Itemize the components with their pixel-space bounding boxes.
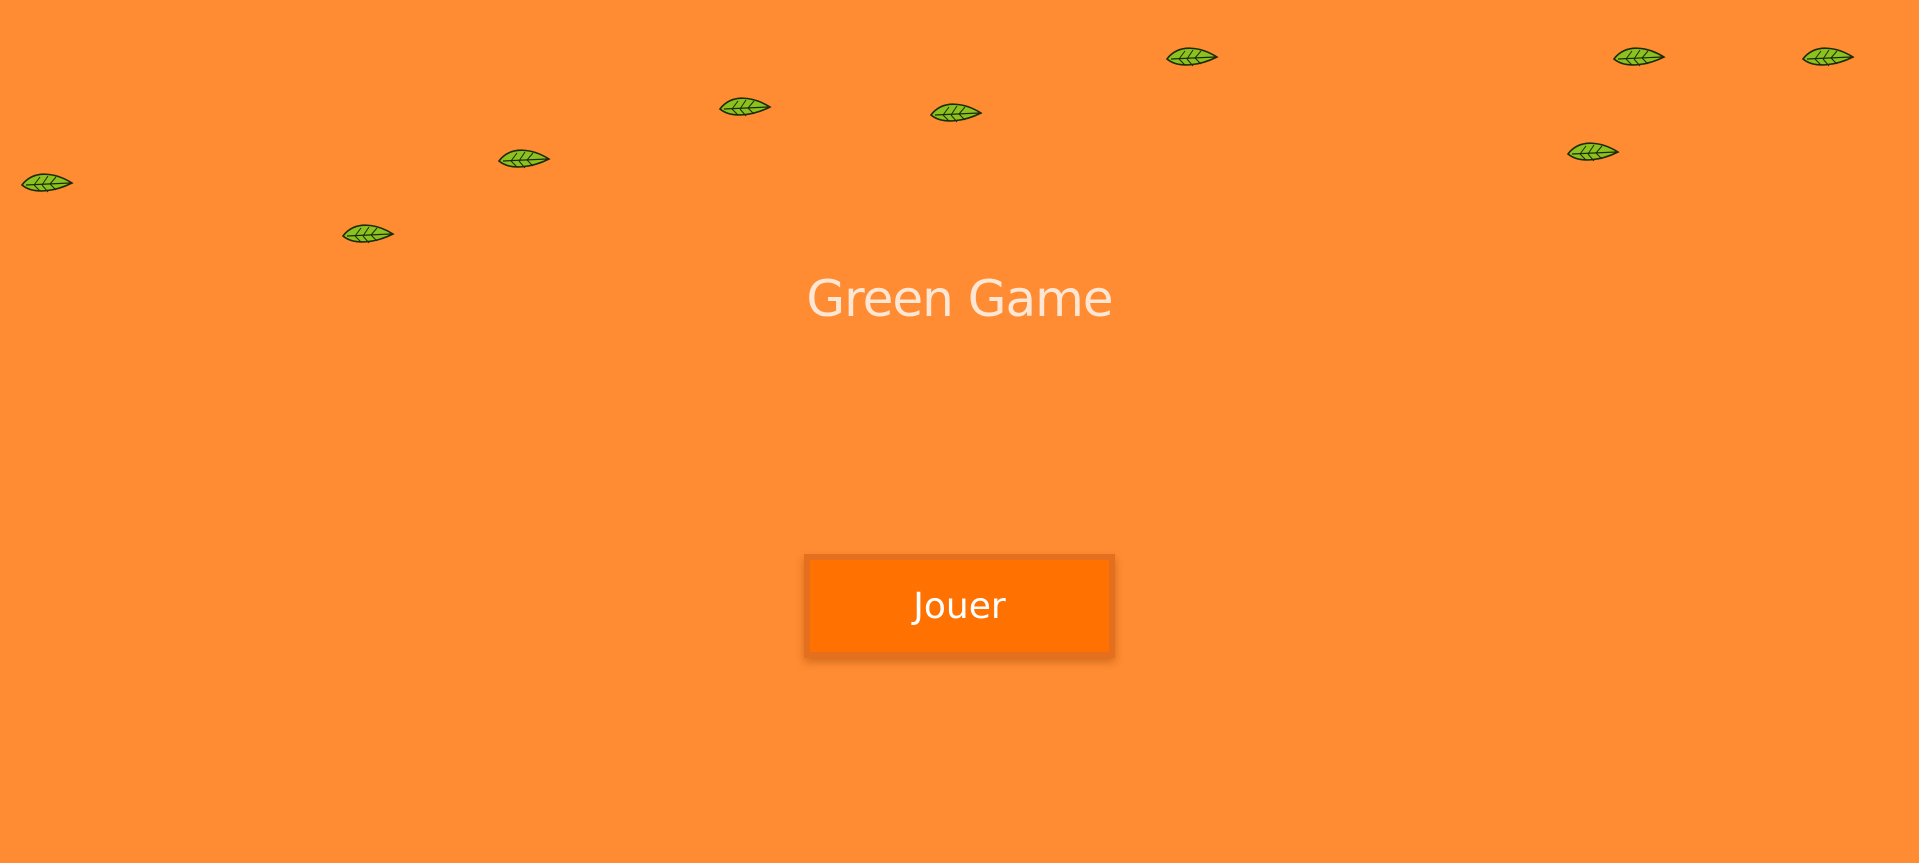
- game-start-screen: Green Game Jouer: [0, 0, 1919, 863]
- leaf-icon: [497, 143, 551, 173]
- leaf-icon: [1801, 41, 1855, 71]
- leaf-icon: [718, 91, 772, 121]
- leaf-icon: [20, 167, 74, 197]
- leaf-icon: [1612, 41, 1666, 71]
- play-button[interactable]: Jouer: [804, 554, 1115, 658]
- leaf-icon: [929, 97, 983, 127]
- leaf-icon: [341, 218, 395, 248]
- leaf-icon: [1165, 41, 1219, 71]
- leaf-icon: [1566, 136, 1620, 166]
- game-title: Green Game: [806, 270, 1113, 328]
